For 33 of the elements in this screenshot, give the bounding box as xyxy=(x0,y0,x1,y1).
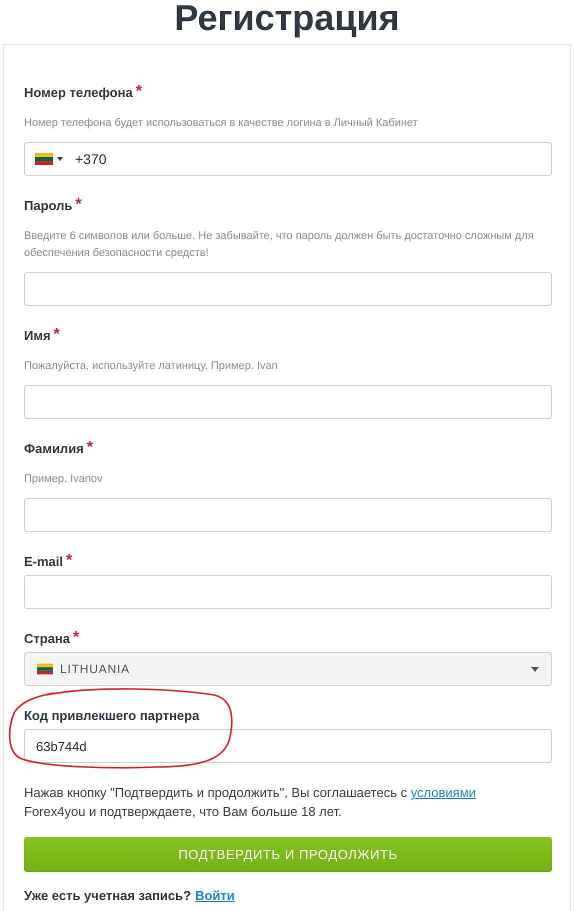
field-label: Имя * xyxy=(24,326,61,345)
required-mark: * xyxy=(86,439,94,456)
terms-text: Нажав кнопку "Подтвердить и продолжить", Вы соглашаетесь с условиями Forex4you и подтверждаете, что Вам больше 18 лет. xyxy=(24,784,477,821)
required-mark: * xyxy=(66,552,72,569)
caret-icon xyxy=(531,666,539,672)
field-hint: Пожалуйста, используйте латиницу, Пример. Ivan xyxy=(24,359,279,374)
field-label: E-mail * xyxy=(24,552,74,571)
account-question: Уже есть учетная запись? xyxy=(24,888,192,903)
caret-icon[interactable] xyxy=(57,157,63,161)
field-label: Фамилия * xyxy=(24,439,94,458)
country-select[interactable]: LITHUANIA xyxy=(24,652,552,686)
input-field[interactable] xyxy=(24,385,552,419)
field-label: Страна * xyxy=(24,629,80,648)
login-link[interactable]: Войти xyxy=(195,888,235,903)
required-mark: * xyxy=(75,196,82,213)
field-hint: Номер телефона будет использоваться в качестве логина в Личный Кабинет xyxy=(24,116,419,131)
input-field[interactable] xyxy=(24,498,552,532)
input-field[interactable] xyxy=(24,272,552,306)
phone-field[interactable]: +370 xyxy=(24,142,552,176)
field-label: Номер телефона * xyxy=(24,83,143,102)
flag-icon[interactable] xyxy=(35,153,53,165)
field-hint: Пример. Ivanov xyxy=(24,472,104,487)
required-mark: * xyxy=(73,629,80,646)
required-mark: * xyxy=(136,83,142,100)
field-hint: Введите 6 символов или больше. Не забывайте, что пароль должен быть достаточно сложным для обеспечения безопасности средств! xyxy=(24,229,535,261)
terms-link[interactable]: условиями xyxy=(410,785,476,800)
field-label: Пароль * xyxy=(24,196,83,215)
flag-icon xyxy=(37,663,53,675)
input-field[interactable] xyxy=(24,575,552,609)
page-title: Регистрация xyxy=(173,0,401,40)
field-label: Код привлекшего партнера xyxy=(24,707,200,725)
required-mark: * xyxy=(54,326,60,343)
input-field[interactable]: 63b744d xyxy=(24,729,552,763)
